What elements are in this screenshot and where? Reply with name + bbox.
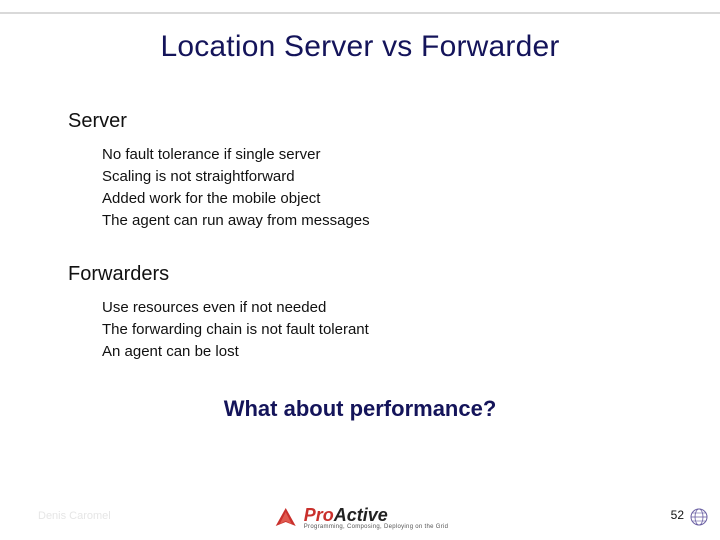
logo-mark-icon bbox=[272, 506, 300, 530]
footer-author: Denis Caromel bbox=[38, 510, 111, 522]
bullet-item: No fault tolerance if single server bbox=[102, 144, 370, 166]
bullet-list-forwarders: Use resources even if not needed The for… bbox=[102, 297, 369, 363]
bullet-item: The forwarding chain is not fault tolera… bbox=[102, 319, 369, 341]
section-heading-forwarders: Forwarders bbox=[68, 263, 169, 286]
slide-title: Location Server vs Forwarder bbox=[0, 30, 720, 64]
section-heading-server: Server bbox=[68, 110, 127, 133]
bullet-item: Use resources even if not needed bbox=[102, 297, 369, 319]
page-number: 52 bbox=[671, 508, 684, 522]
logo-tagline: Programming, Composing, Deploying on the… bbox=[304, 524, 449, 530]
bullet-item: Added work for the mobile object bbox=[102, 188, 370, 210]
logo-wordmark: ProActive bbox=[304, 506, 449, 524]
footer-logo: ProActive Programming, Composing, Deploy… bbox=[272, 506, 449, 530]
closing-question: What about performance? bbox=[0, 396, 720, 422]
globe-icon bbox=[690, 508, 708, 526]
bullet-item: Scaling is not straightforward bbox=[102, 166, 370, 188]
logo-active: Active bbox=[334, 505, 388, 525]
bullet-list-server: No fault tolerance if single server Scal… bbox=[102, 144, 370, 232]
bullet-item: An agent can be lost bbox=[102, 341, 369, 363]
logo-text: ProActive Programming, Composing, Deploy… bbox=[304, 506, 449, 530]
top-divider bbox=[0, 12, 720, 14]
logo-pro: Pro bbox=[304, 505, 334, 525]
bullet-item: The agent can run away from messages bbox=[102, 210, 370, 232]
